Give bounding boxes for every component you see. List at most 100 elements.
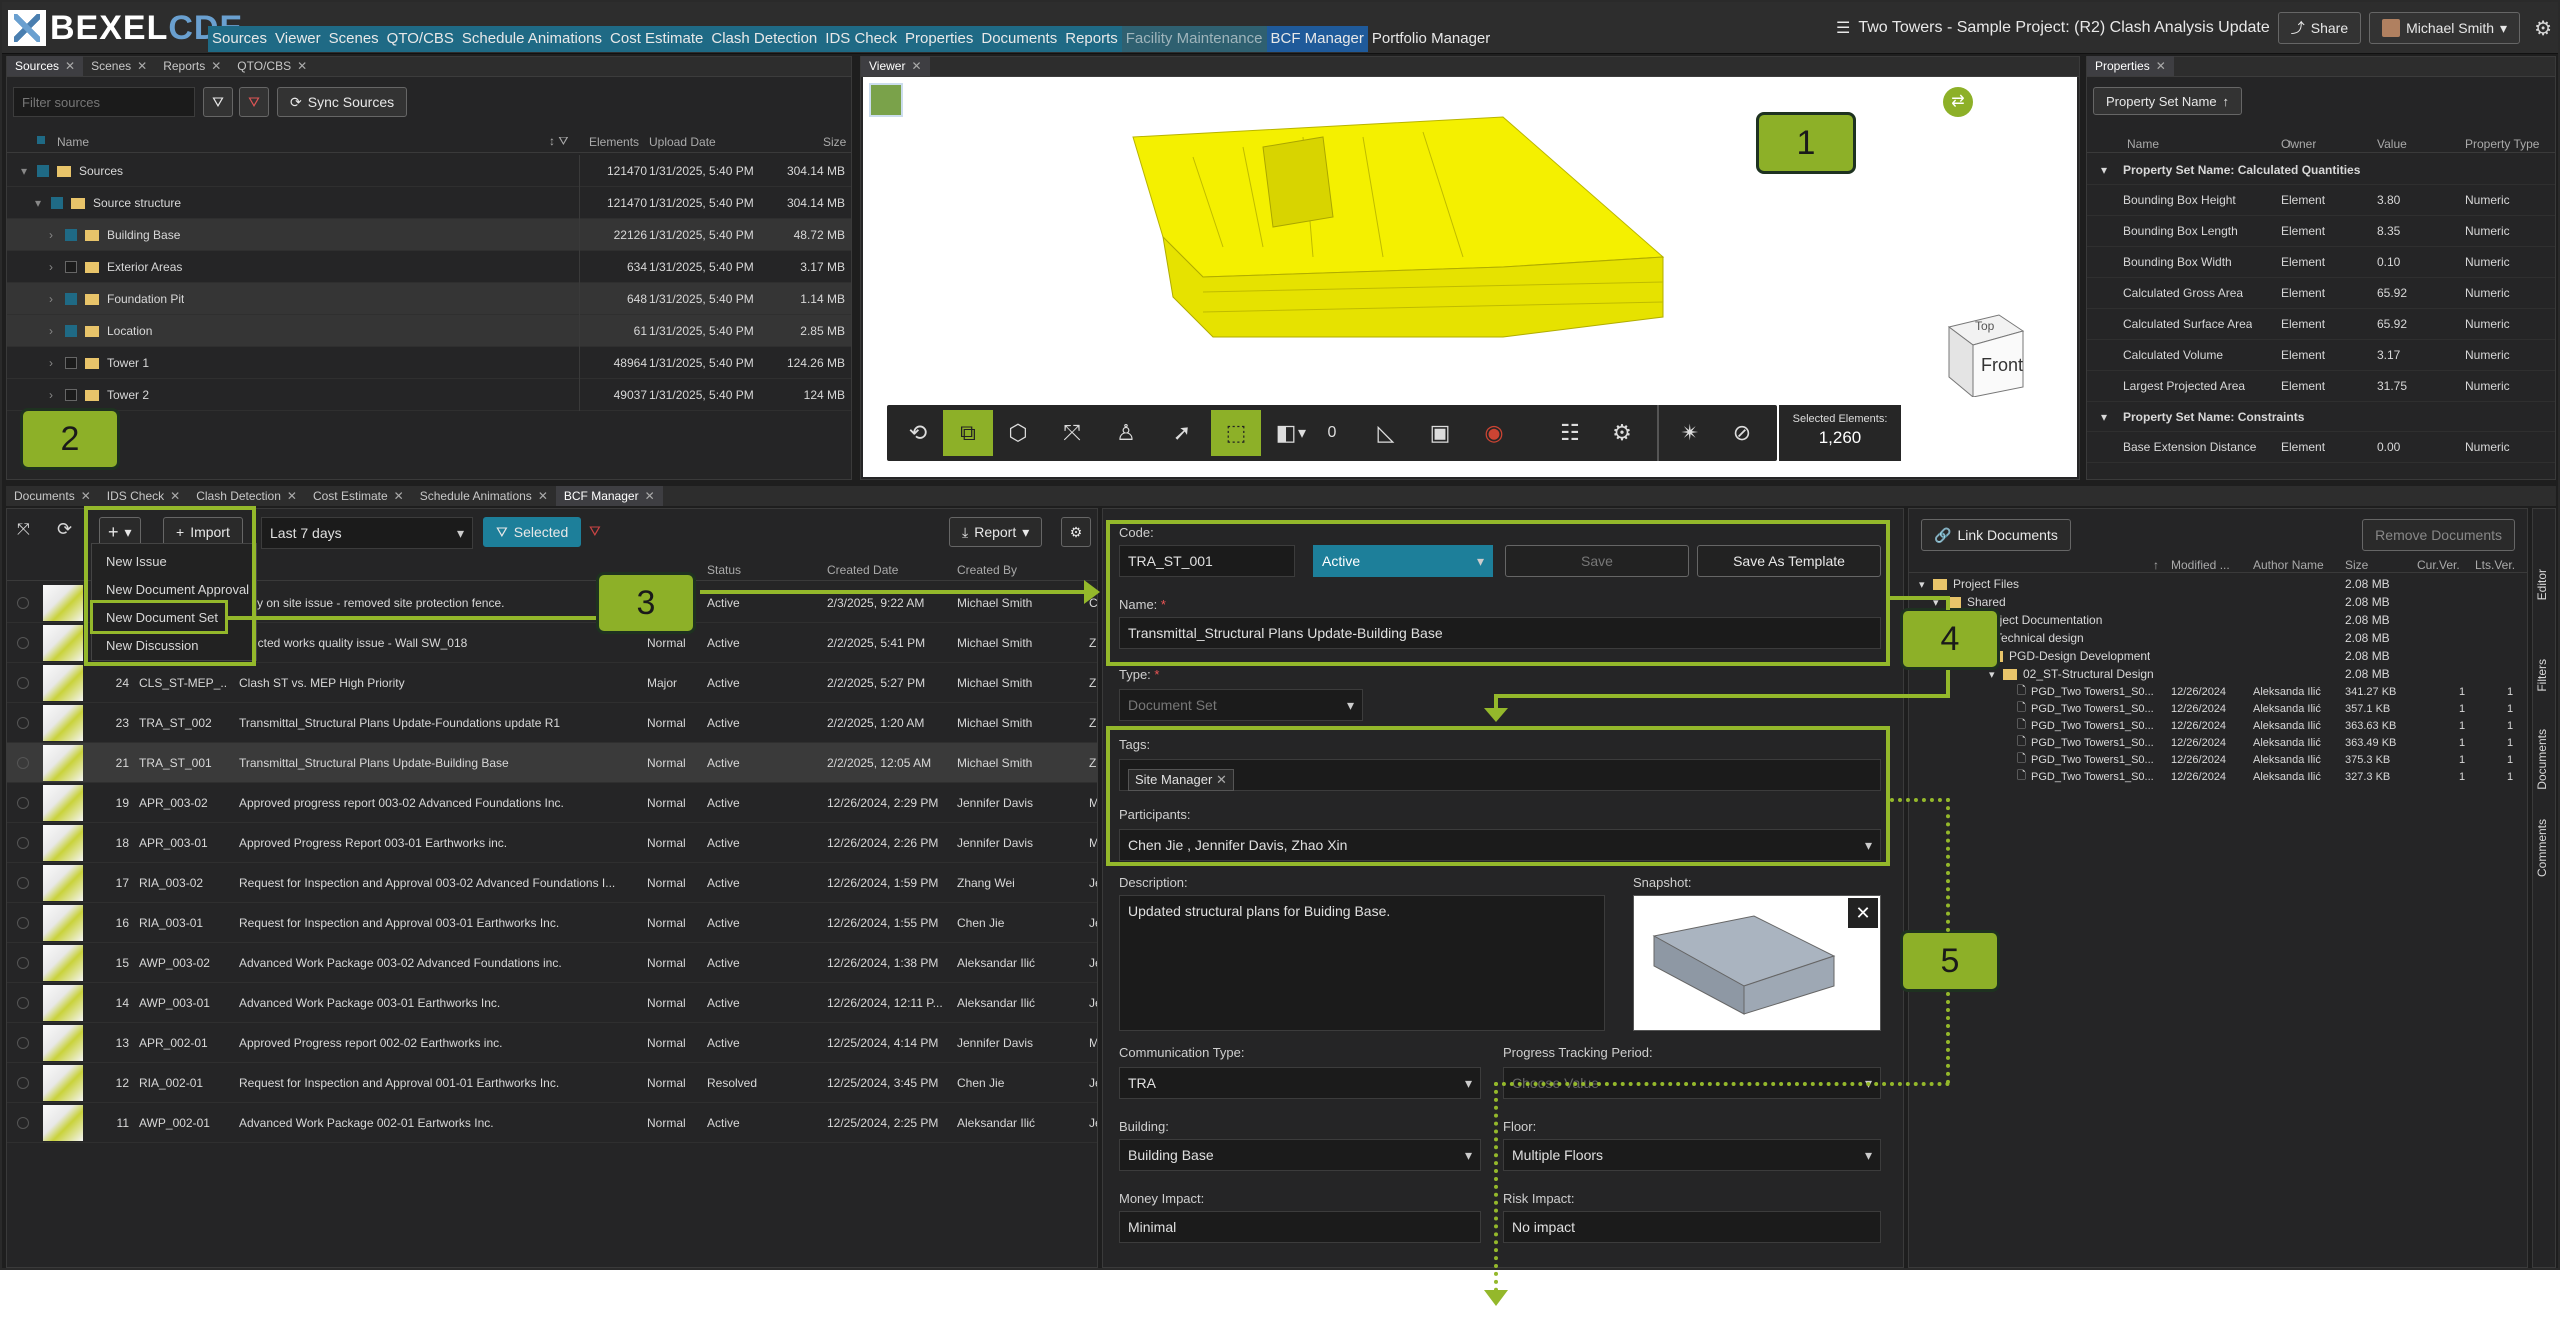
- view-toggle-icon[interactable]: ⇄: [1943, 87, 1973, 117]
- side-tab-comments[interactable]: Comments: [2535, 819, 2549, 877]
- close-icon[interactable]: ✕: [137, 56, 147, 76]
- bcf-row[interactable]: 15 AWP_003-02 Advanced Work Package 003-02…: [7, 943, 1097, 983]
- collapse-icon[interactable]: ⤧: [17, 521, 30, 539]
- expand-icon[interactable]: ›: [49, 260, 53, 274]
- walk-icon[interactable]: ♙: [1101, 410, 1151, 456]
- doc-file-row[interactable]: 🗋 PGD_Two Towers1_S0... 12/26/2024 Aleksand…: [1909, 734, 2527, 751]
- source-checkbox[interactable]: [37, 164, 55, 178]
- row-radio[interactable]: [17, 956, 29, 969]
- filter-sources-input[interactable]: Filter sources: [13, 87, 195, 117]
- fit-view-icon[interactable]: ⤧: [1047, 410, 1097, 456]
- menu-clash[interactable]: Clash Detection: [707, 26, 822, 52]
- col-created-by[interactable]: Created By: [957, 563, 1017, 577]
- bcf-row[interactable]: 21 TRA_ST_001 Transmittal_Structural Plans…: [7, 743, 1097, 783]
- bcf-row[interactable]: 12 RIA_002-01 Request for Inspection and A…: [7, 1063, 1097, 1103]
- clear-filter-icon[interactable]: ⛛: [589, 523, 601, 540]
- selected-filter-button[interactable]: ⛛ Selected: [483, 517, 582, 547]
- property-row[interactable]: Bounding Box Width Element 0.10 Numeric: [2087, 247, 2555, 278]
- menu-documents[interactable]: Documents: [977, 26, 1062, 52]
- source-row[interactable]: › Tower 2 49037 1/31/2025, 5:40 PM 124 MB: [7, 379, 851, 411]
- doc-file-row[interactable]: 🗋 PGD_Two Towers1_S0... 12/26/2024 Aleksand…: [1909, 751, 2527, 768]
- expand-icon[interactable]: ›: [49, 388, 53, 402]
- period-select[interactable]: Last 7 days: [261, 517, 473, 549]
- pointer-icon[interactable]: ➚: [1157, 410, 1207, 456]
- user-menu[interactable]: Michael Smith ▾: [2369, 12, 2521, 44]
- communication-type-select[interactable]: TRA: [1119, 1067, 1481, 1099]
- color-wheel-icon[interactable]: ◉: [1469, 410, 1519, 456]
- hide-icon[interactable]: ⊘: [1717, 410, 1767, 456]
- row-radio[interactable]: [17, 1116, 29, 1129]
- col-name[interactable]: Name: [2127, 137, 2159, 151]
- source-row[interactable]: › Building Base 22126 1/31/2025, 5:40 PM 48.…: [7, 219, 851, 251]
- menu-sources[interactable]: Sources: [208, 26, 272, 52]
- link-documents-button[interactable]: 🔗 Link Documents: [1921, 519, 2071, 551]
- source-checkbox[interactable]: [65, 292, 83, 306]
- close-icon[interactable]: ✕: [297, 56, 307, 76]
- gear-icon[interactable]: ⚙: [2534, 16, 2552, 41]
- risk-impact-field[interactable]: No impact: [1503, 1211, 1881, 1243]
- source-row[interactable]: ▾ Source structure 121470 1/31/2025, 5:40 P…: [7, 187, 851, 219]
- remove-documents-button[interactable]: Remove Documents: [2362, 519, 2515, 551]
- menu-ids[interactable]: IDS Check: [821, 26, 901, 52]
- source-row[interactable]: › Location 61 1/31/2025, 5:40 PM 2.85 MB: [7, 315, 851, 347]
- select-box-icon[interactable]: ⧉: [943, 410, 993, 456]
- source-checkbox[interactable]: [65, 388, 83, 402]
- select-tool-icon[interactable]: ⬚: [1211, 410, 1261, 456]
- source-row[interactable]: › Tower 1 48964 1/31/2025, 5:40 PM 124.26 MB: [7, 347, 851, 379]
- sort-icon[interactable]: ↑: [2153, 558, 2159, 572]
- close-icon[interactable]: ✕: [287, 486, 297, 506]
- row-radio[interactable]: [17, 876, 29, 889]
- col-cur-ver[interactable]: Cur.Ver.: [2417, 558, 2460, 572]
- col-size[interactable]: Size: [2345, 558, 2368, 572]
- expand-icon[interactable]: ▾: [21, 164, 27, 178]
- building-select[interactable]: Building Base: [1119, 1139, 1481, 1171]
- expand-icon[interactable]: ›: [49, 356, 53, 370]
- doc-folder-row[interactable]: ▾ Project Files 2.08 MB: [1909, 575, 2527, 593]
- expand-icon[interactable]: ▾: [35, 196, 41, 210]
- doc-file-row[interactable]: 🗋 PGD_Two Towers1_S0... 12/26/2024 Aleksand…: [1909, 768, 2527, 785]
- doc-folder-row[interactable]: ▾Technical design2.08 MB: [1909, 629, 2527, 647]
- menu-schedule[interactable]: Schedule Animations: [457, 26, 607, 52]
- source-checkbox[interactable]: [65, 260, 83, 274]
- col-modified[interactable]: Modified ...: [2171, 558, 2230, 572]
- share-button[interactable]: ⤴ Share: [2277, 12, 2362, 44]
- doc-file-row[interactable]: 🗋 PGD_Two Towers1_S0... 12/26/2024 Aleksand…: [1909, 683, 2527, 700]
- chevron-down-icon[interactable]: ▾: [1919, 578, 1925, 591]
- tab-viewer[interactable]: Viewer ✕: [861, 56, 930, 76]
- bcf-row[interactable]: 13 APR_002-01 Approved Progress report 002…: [7, 1023, 1097, 1063]
- col-elements[interactable]: Elements: [589, 135, 639, 149]
- menu-qto[interactable]: QTO/CBS: [382, 26, 458, 52]
- row-radio[interactable]: [17, 836, 29, 849]
- menu-portfolio[interactable]: Portfolio Manager: [1368, 26, 1494, 52]
- doc-folder-row[interactable]: ▾ Shared 2.08 MB: [1909, 593, 2527, 611]
- orbit-icon[interactable]: ⟲: [893, 410, 943, 456]
- doc-folder-row[interactable]: ▾ 02_ST-Structural Design 2.08 MB: [1909, 665, 2527, 683]
- menu-cost[interactable]: Cost Estimate: [606, 26, 708, 52]
- row-radio[interactable]: [17, 716, 29, 729]
- bcf-row[interactable]: 19 APR_003-02 Approved progress report 003…: [7, 783, 1097, 823]
- doc-file-row[interactable]: 🗋 PGD_Two Towers1_S0... 12/26/2024 Aleksand…: [1909, 717, 2527, 734]
- bcf-row[interactable]: 11 AWP_002-01 Advanced Work Package 002-01…: [7, 1103, 1097, 1143]
- sync-sources-button[interactable]: ⟳ Sync Sources: [277, 87, 408, 117]
- expand-icon[interactable]: ›: [49, 292, 53, 306]
- floor-select[interactable]: Multiple Floors: [1503, 1139, 1881, 1171]
- settings-icon[interactable]: ⚙: [1597, 410, 1647, 456]
- property-row[interactable]: Bounding Box Length Element 8.35 Numeric: [2087, 216, 2555, 247]
- close-icon[interactable]: ✕: [2156, 56, 2166, 76]
- description-field[interactable]: Updated structural plans for Buiding Bas…: [1119, 895, 1605, 1031]
- chevron-down-icon[interactable]: ▾: [2101, 163, 2107, 177]
- row-radio[interactable]: [17, 596, 29, 609]
- project-selector[interactable]: ☰ Two Towers - Sample Project: (R2) Clash…: [1836, 18, 2270, 38]
- col-size[interactable]: Size: [823, 135, 846, 149]
- tab-scenes[interactable]: Scenes ✕: [83, 56, 155, 76]
- section-chevron-down-icon[interactable]: ▾: [1287, 410, 1317, 456]
- col-lts-ver[interactable]: Lts.Ver.: [2475, 558, 2515, 572]
- report-button[interactable]: ⤓ Report ▾: [949, 517, 1043, 547]
- tab-clash-detection[interactable]: Clash Detection ✕: [188, 486, 305, 506]
- menu-properties[interactable]: Properties: [900, 26, 978, 52]
- bcf-row[interactable]: 18 APR_003-01 Approved Progress Report 003…: [7, 823, 1097, 863]
- close-icon[interactable]: ✕: [394, 486, 404, 506]
- expand-icon[interactable]: ›: [49, 228, 53, 242]
- doc-folder-row[interactable]: ▾PGD-Design Development2.08 MB: [1909, 647, 2527, 665]
- tab-reports[interactable]: Reports ✕: [155, 56, 229, 76]
